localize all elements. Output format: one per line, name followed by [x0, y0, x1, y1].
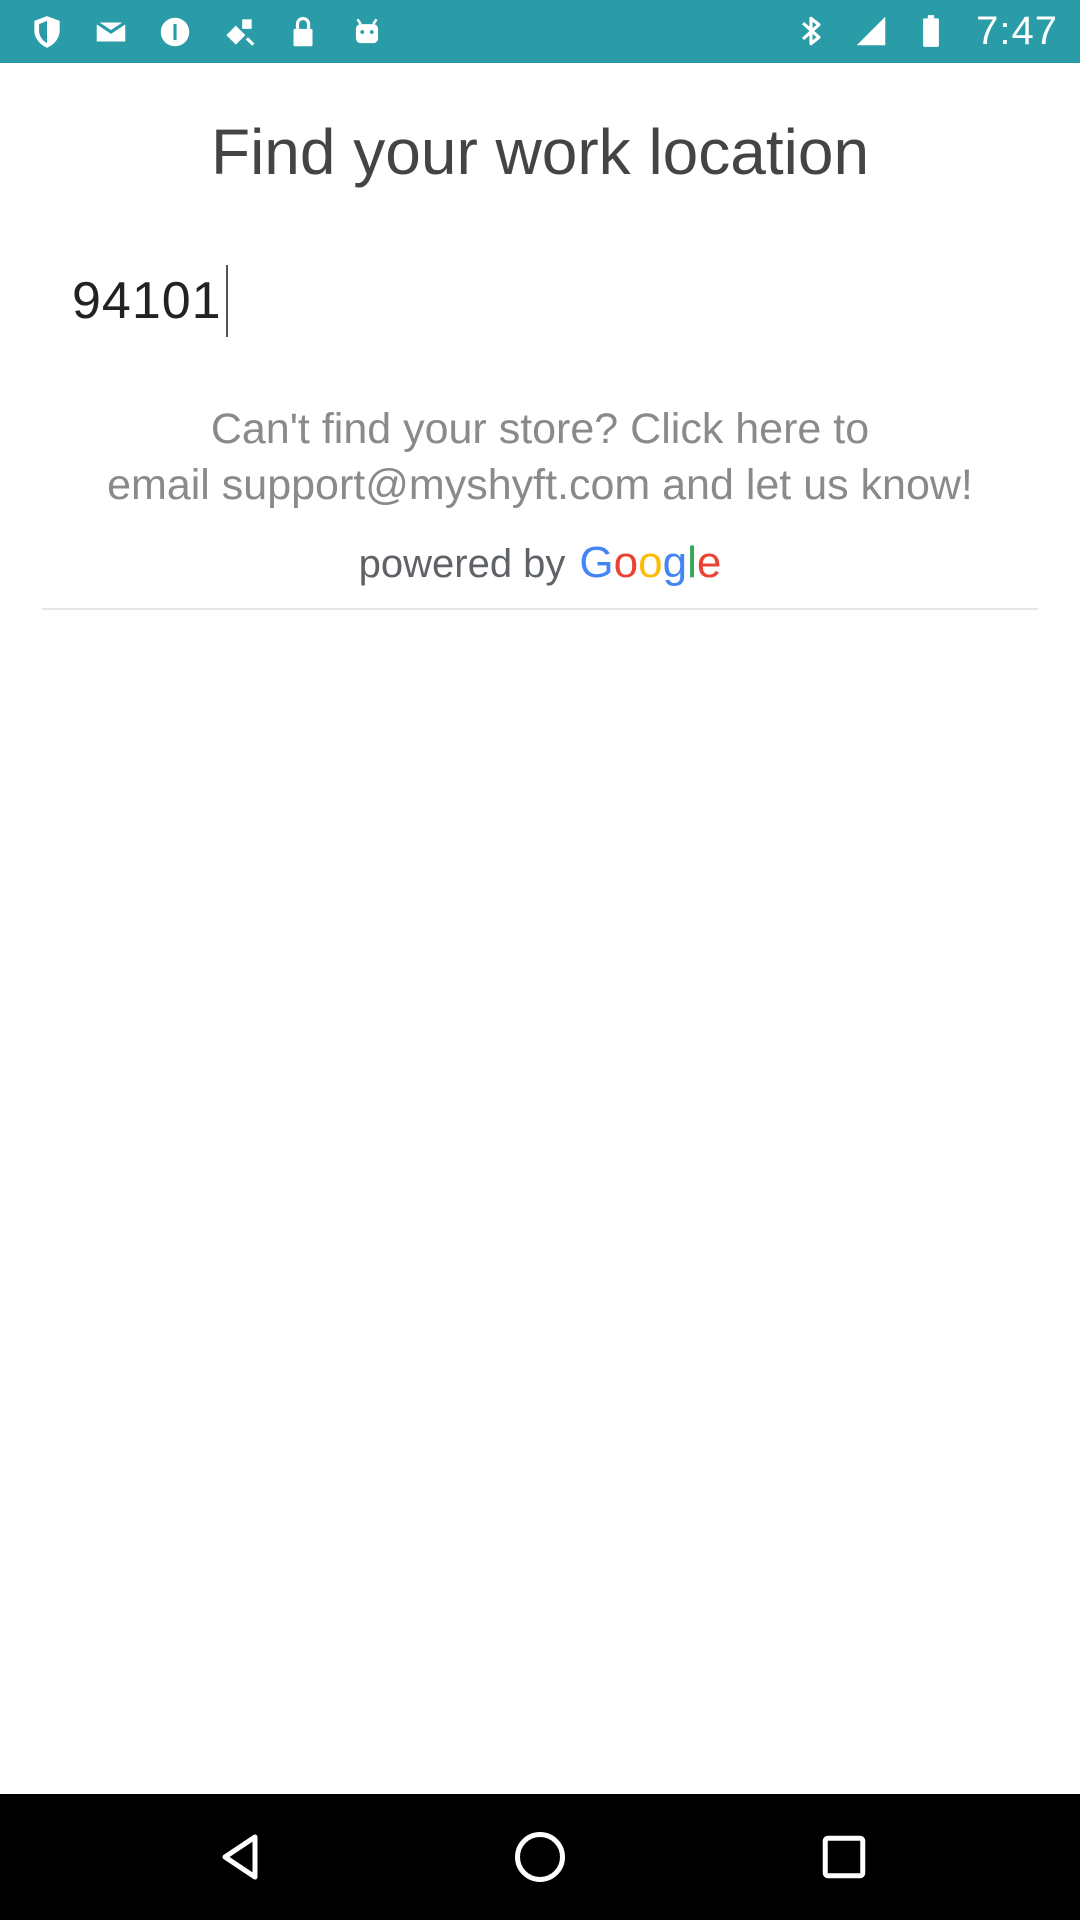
location-search-input[interactable]: [72, 271, 222, 331]
google-logo: Google: [579, 538, 721, 588]
status-bar: 7:47: [0, 0, 1080, 63]
back-icon: [222, 1834, 258, 1880]
status-time: 7:47: [976, 8, 1058, 53]
google-letter: G: [579, 538, 614, 587]
notification-icons: [26, 10, 388, 54]
location-search-row[interactable]: [72, 263, 228, 339]
bluetooth-icon: [790, 10, 832, 52]
gmail-icon: [90, 11, 132, 53]
google-letter: g: [662, 538, 688, 587]
android-icon: [346, 11, 388, 53]
navigation-bar: [0, 1794, 1080, 1920]
battery-icon: [910, 10, 952, 52]
google-letter: e: [696, 538, 722, 587]
recents-icon: [822, 1835, 866, 1879]
google-letter: l: [687, 538, 697, 587]
text-cursor: [226, 265, 228, 337]
shield-icon: [26, 11, 68, 53]
page-title: Find your work location: [210, 116, 870, 188]
divider: [42, 608, 1038, 610]
home-icon: [515, 1832, 565, 1882]
back-button[interactable]: [210, 1827, 270, 1887]
signal-icon: [850, 10, 892, 52]
support-email-link[interactable]: Can't find your store? Click here to ema…: [40, 401, 1040, 513]
lock-icon: [282, 11, 324, 53]
powered-by-google: powered by Google: [0, 538, 1080, 588]
recents-button[interactable]: [814, 1827, 874, 1887]
powered-by-label: powered by: [358, 542, 566, 586]
info-icon: [154, 11, 196, 53]
help-text-line-2: email support@myshyft.com and let us kno…: [107, 461, 973, 509]
home-button[interactable]: [510, 1827, 570, 1887]
system-status-icons: 7:47: [790, 8, 1058, 54]
google-letter: o: [613, 538, 639, 587]
work-location-screen: Find your work location Can't find your …: [0, 63, 1080, 1794]
google-letter: o: [638, 538, 663, 587]
help-text-line-1: Can't find your store? Click here to: [210, 405, 870, 453]
fake-gps-icon: [218, 11, 260, 53]
